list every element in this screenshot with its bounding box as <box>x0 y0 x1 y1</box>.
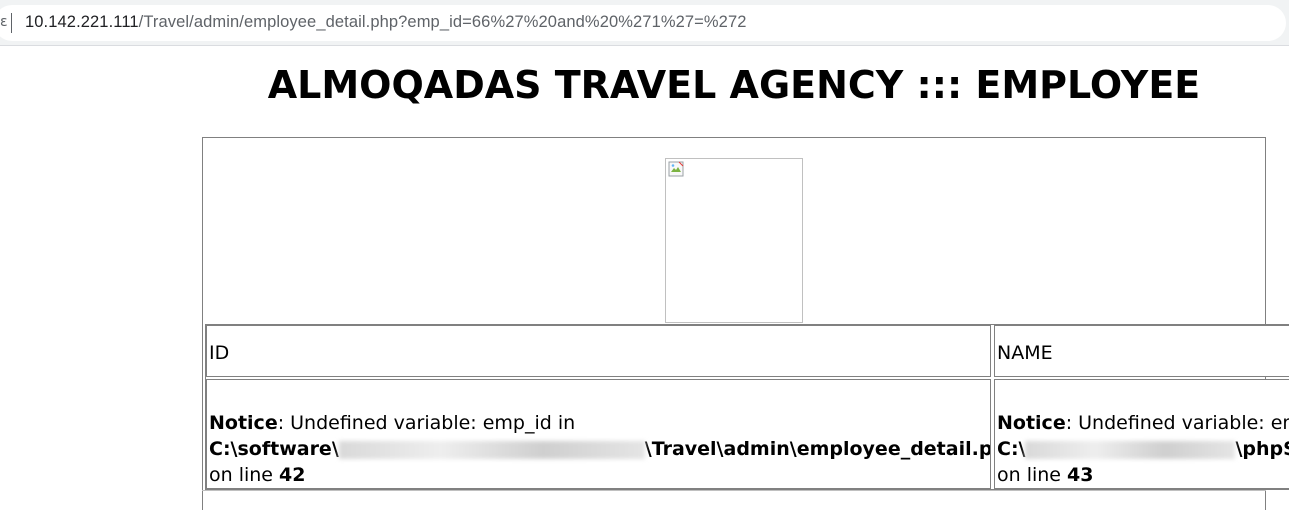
php-notice-name: Notice: Undefined variable: em C:\\phpS … <box>997 410 1289 488</box>
url-host: 10.142.221.111 <box>25 13 139 31</box>
line-number: 42 <box>279 464 306 486</box>
php-notice-id: Notice: Undefined variable: emp_id in C:… <box>209 410 991 488</box>
browser-address-bar: ɛ 10.142.221.111/Travel/admin/employee_d… <box>0 0 1289 46</box>
notice-line-number: on line 42 <box>209 462 990 488</box>
path-start: C:\software\ <box>209 438 339 460</box>
id-value-cell: Notice: Undefined variable: emp_id in C:… <box>206 379 991 489</box>
line-prefix: on line <box>209 464 280 486</box>
notice-label: Notice <box>997 412 1066 434</box>
column-header-name: NAME <box>994 325 1289 377</box>
notice-line-1: Notice: Undefined variable: em <box>997 410 1289 436</box>
redacted-path-blur <box>338 440 645 459</box>
name-value-cell: Notice: Undefined variable: em C:\\phpS … <box>994 379 1289 489</box>
notice-label: Notice <box>209 412 278 434</box>
notice-path: C:\ \phpS <box>997 436 1289 462</box>
notice-line-1: Notice: Undefined variable: emp_id in <box>209 410 990 436</box>
table-divider <box>202 490 1266 491</box>
path-end: \Travel\admin\employee_detail.php <box>644 438 991 460</box>
employee-photo <box>665 158 803 323</box>
address-divider <box>11 13 12 33</box>
url-path: /Travel/admin/employee_detail.php?emp_id… <box>138 13 747 31</box>
not-secure-icon[interactable]: ɛ <box>0 14 8 30</box>
url-text[interactable]: 10.142.221.111/Travel/admin/employee_det… <box>25 13 747 32</box>
path-end: \phpS <box>1235 438 1289 460</box>
notice-line-number: on line 43 <box>997 462 1289 488</box>
line-prefix: on line <box>997 464 1068 486</box>
id-header-label: ID <box>209 342 230 364</box>
column-header-id: ID <box>206 325 991 377</box>
notice-message: : Undefined variable: em <box>1065 412 1289 434</box>
page-title: ALMOQADAS TRAVEL AGENCY ::: EMPLOYEE <box>267 63 1201 107</box>
notice-message: : Undefined variable: emp_id in <box>277 412 576 434</box>
redacted-path-blur <box>1025 440 1236 459</box>
name-header-label: NAME <box>997 342 1053 364</box>
path-start: C:\ <box>997 438 1026 460</box>
notice-path: C:\software\ \Travel\admin\employee_detai… <box>209 436 991 462</box>
broken-image-icon <box>668 161 684 177</box>
line-number: 43 <box>1067 464 1094 486</box>
